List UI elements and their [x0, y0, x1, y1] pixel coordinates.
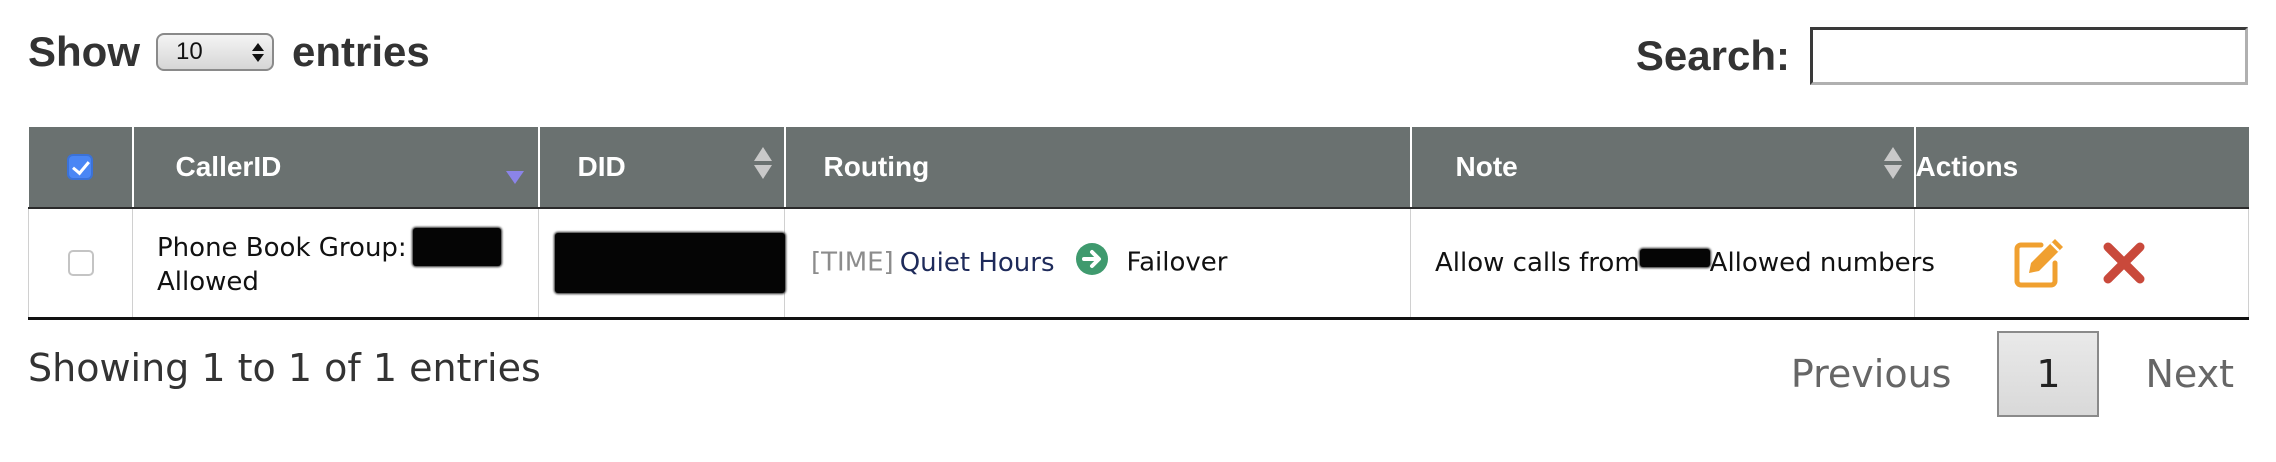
row-select-checkbox[interactable] [67, 250, 94, 276]
redacted-block [412, 227, 501, 266]
edit-pencil-icon[interactable] [2011, 235, 2067, 291]
entries-per-page-select[interactable]: 10 [156, 33, 274, 71]
column-header-note[interactable]: Note [1409, 127, 1915, 209]
sort-both-icon [753, 147, 772, 179]
table-info: Showing 1 to 1 of 1 entries [28, 346, 541, 390]
note-prefix: Allow calls from [1435, 248, 1640, 278]
search-label: Search: [1635, 32, 1790, 79]
redacted-block [1639, 249, 1710, 267]
routing-rules-table: CallerID DID Routing Note Actions Phone … [28, 127, 2249, 320]
search-input[interactable] [1810, 27, 2248, 85]
redacted-block [555, 233, 785, 293]
column-label-did: DID [577, 151, 626, 182]
did-cell [538, 208, 785, 320]
column-header-callerid[interactable]: CallerID [131, 127, 539, 209]
actions-cell [1914, 208, 2249, 320]
delete-x-icon[interactable] [2096, 235, 2152, 291]
column-header-actions: Actions [1913, 127, 2249, 209]
previous-page-button[interactable]: Previous [1745, 352, 1998, 396]
column-label-actions: Actions [1915, 151, 2019, 182]
next-page-button[interactable]: Next [2099, 352, 2250, 396]
select-arrows-icon [252, 42, 264, 62]
table-row: Phone Book Group: Allowed [TIME] Quiet Ho… [28, 208, 2249, 320]
column-header-did[interactable]: DID [537, 127, 785, 209]
pagination: Previous 1 Next [1745, 330, 2250, 418]
routing-cell: [TIME] Quiet Hours Failover [784, 208, 1411, 320]
table-search-control: Search: [1636, 26, 2248, 86]
select-all-checkbox[interactable] [67, 154, 93, 180]
table-header-row: CallerID DID Routing Note Actions [28, 127, 2249, 209]
routing-link-quiet-hours[interactable]: Quiet Hours [900, 248, 1055, 278]
row-select-cell[interactable] [28, 208, 133, 320]
entries-per-page-value: 10 [176, 38, 203, 65]
show-label: Show [28, 28, 140, 75]
column-label-routing: Routing [823, 151, 930, 182]
select-all-header[interactable] [28, 127, 133, 209]
entries-label: entries [292, 28, 430, 75]
routing-target: Failover [1126, 247, 1228, 278]
arrow-right-circle-icon [1075, 243, 1108, 275]
routing-tag: [TIME] [811, 247, 894, 278]
sort-descending-icon [505, 171, 524, 184]
callerid-cell: Phone Book Group: Allowed [132, 208, 539, 320]
column-label-callerid: CallerID [175, 151, 282, 182]
column-label-note: Note [1455, 151, 1518, 182]
callerid-prefix: Phone Book Group: [157, 232, 407, 263]
note-suffix: Allowed numbers [1709, 248, 1935, 278]
callerid-suffix: Allowed [157, 266, 259, 297]
column-header-routing: Routing [783, 127, 1411, 209]
note-cell: Allow calls from Allowed numbers [1410, 208, 1935, 320]
table-length-control: Show 10 entries [28, 24, 430, 80]
sort-both-icon [1883, 147, 1902, 179]
page-button-current[interactable]: 1 [1997, 331, 2100, 417]
